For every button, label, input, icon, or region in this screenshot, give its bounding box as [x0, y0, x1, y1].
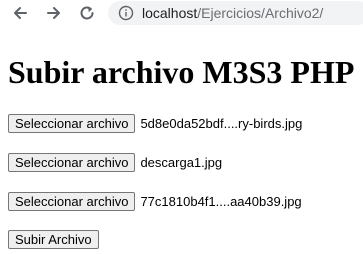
choose-file-button-1[interactable]: Seleccionar archivo — [8, 113, 136, 133]
page-title: Subir archivo M3S3 PHP — [8, 54, 355, 90]
forward-arrow-glyph — [47, 7, 60, 19]
info-icon[interactable] — [118, 5, 134, 21]
url-host: localhost — [142, 5, 198, 21]
selected-file-name-3: 77c1810b4f1....aa40b39.jpg — [140, 193, 302, 209]
back-arrow-icon[interactable] — [10, 3, 30, 23]
choose-file-button-2[interactable]: Seleccionar archivo — [8, 152, 136, 172]
selected-file-name-1: 5d8e0da52bdf....ry-birds.jpg — [140, 115, 303, 131]
submit-row: Subir Archivo — [8, 230, 99, 249]
selected-file-name-2: descarga1.jpg — [140, 154, 223, 170]
file-input-1[interactable]: Seleccionar archivo 5d8e0da52bdf....ry-b… — [8, 113, 302, 133]
choose-file-button-3[interactable]: Seleccionar archivo — [8, 191, 136, 211]
file-input-3[interactable]: Seleccionar archivo 77c1810b4f1....aa40b… — [8, 191, 302, 211]
submit-button[interactable]: Subir Archivo — [8, 230, 99, 249]
reload-glyph — [80, 6, 94, 20]
url-text[interactable]: localhost/Ejercicios/Archivo2/ — [142, 5, 323, 21]
reload-icon[interactable] — [77, 3, 97, 23]
forward-arrow-icon[interactable] — [44, 3, 64, 23]
address-bar[interactable]: localhost/Ejercicios/Archivo2/ — [108, 1, 363, 25]
file-input-2[interactable]: Seleccionar archivo descarga1.jpg — [8, 152, 222, 172]
url-path: /Ejercicios/Archivo2/ — [197, 5, 324, 21]
back-arrow-glyph — [14, 7, 27, 19]
browser-toolbar: localhost/Ejercicios/Archivo2/ — [0, 0, 363, 26]
